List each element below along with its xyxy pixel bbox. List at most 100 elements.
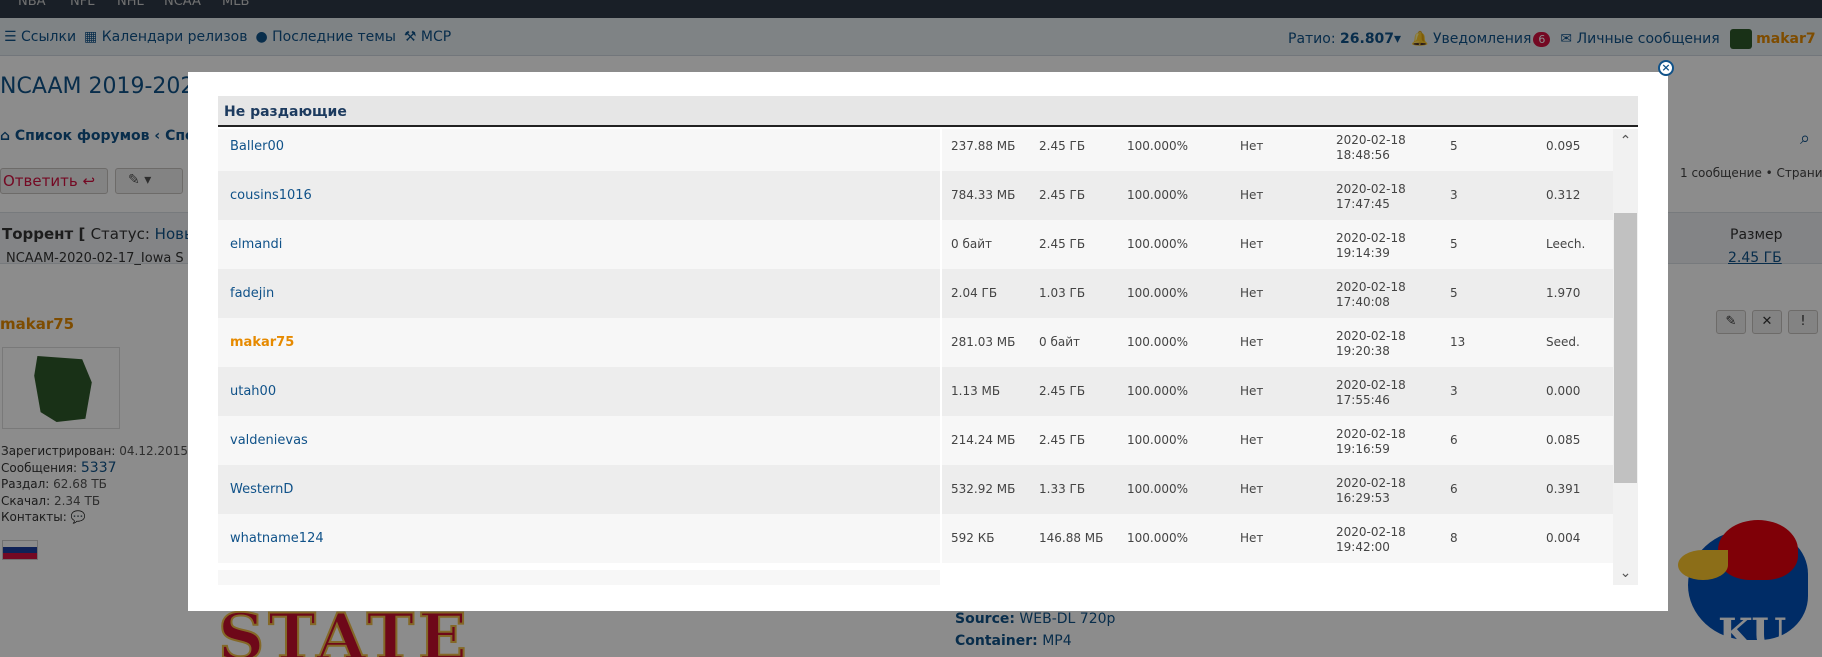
percent-cell: 100.000% (1127, 335, 1189, 349)
date-cell: 2020-02-18 18:48:56 (1336, 133, 1406, 162)
downloaded-cell: 1.03 ГБ (1039, 286, 1086, 300)
column-divider (940, 269, 942, 318)
ratio-cell: Leech. (1546, 237, 1586, 251)
date-cell: 2020-02-18 19:20:38 (1336, 329, 1406, 358)
ratio-cell: 0.095 (1546, 139, 1581, 153)
name-cell: Baller00 (218, 129, 940, 171)
count-cell: 5 (1450, 286, 1458, 300)
percent-cell: 100.000% (1127, 482, 1189, 496)
peer-name-link[interactable]: utah00 (230, 384, 276, 399)
uploaded-cell: 592 КБ (951, 531, 995, 545)
name-cell: WesternD (218, 465, 940, 514)
date-cell: 2020-02-18 19:14:39 (1336, 231, 1406, 260)
name-cell: cousins1016 (218, 171, 940, 220)
scrollbar[interactable]: ⌃ ⌄ (1613, 129, 1638, 585)
table-row: utah00 1.13 МБ 2.45 ГБ 100.000% Нет 2020-02-1… (218, 367, 1613, 416)
seeding-cell: Нет (1240, 384, 1264, 398)
table-row: fadejin 2.04 ГБ 1.03 ГБ 100.000% Нет 2020-02-… (218, 269, 1613, 318)
ratio-cell: 0.000 (1546, 384, 1581, 398)
seeding-cell: Нет (1240, 139, 1264, 153)
seeding-cell: Нет (1240, 188, 1264, 202)
percent-cell: 100.000% (1127, 433, 1189, 447)
ratio-cell: 0.391 (1546, 482, 1581, 496)
uploaded-cell: 1.13 МБ (951, 384, 1001, 398)
table-row: valdenievas 214.24 МБ 2.45 ГБ 100.000% Нет 20… (218, 416, 1613, 465)
date-cell: 2020-02-18 16:29:53 (1336, 476, 1406, 505)
table-row: makar75 281.03 МБ 0 байт 100.000% Нет 2020-02… (218, 318, 1613, 367)
name-cell: makar75 (218, 318, 940, 367)
downloaded-cell: 2.45 ГБ (1039, 188, 1086, 202)
uploaded-cell: 784.33 МБ (951, 188, 1016, 202)
peer-name-link[interactable]: cousins1016 (230, 188, 312, 203)
downloaded-cell: 2.45 ГБ (1039, 433, 1086, 447)
ratio-cell: Seed. (1546, 335, 1580, 349)
seeding-cell: Нет (1240, 482, 1264, 496)
scrollbar-thumb[interactable] (1614, 213, 1637, 483)
downloaded-cell: 0 байт (1039, 335, 1080, 349)
column-divider (940, 171, 942, 220)
peers-list: Baller00 237.88 МБ 2.45 ГБ 100.000% Нет 2020-… (218, 129, 1613, 585)
table-row: elmandi 0 байт 2.45 ГБ 100.000% Нет 2020-02-1… (218, 220, 1613, 269)
chevron-up-icon[interactable]: ⌃ (1613, 129, 1638, 151)
column-divider (940, 367, 942, 416)
downloaded-cell: 146.88 МБ (1039, 531, 1104, 545)
column-divider (940, 465, 942, 514)
peer-name-link[interactable]: Baller00 (230, 139, 284, 154)
percent-cell: 100.000% (1127, 531, 1189, 545)
count-cell: 6 (1450, 482, 1458, 496)
table-row: cousins1016 784.33 МБ 2.45 ГБ 100.000% Нет 20… (218, 171, 1613, 220)
modal-header: Не раздающие (218, 96, 1638, 127)
count-cell: 13 (1450, 335, 1466, 349)
column-divider (940, 318, 942, 367)
peer-name-link[interactable]: whatname124 (230, 531, 324, 546)
ratio-cell: 1.970 (1546, 286, 1581, 300)
percent-cell: 100.000% (1127, 188, 1189, 202)
column-divider (940, 514, 942, 563)
column-divider (940, 129, 942, 171)
downloaded-cell: 2.45 ГБ (1039, 237, 1086, 251)
seeding-cell: Нет (1240, 335, 1264, 349)
count-cell: 5 (1450, 237, 1458, 251)
name-cell: elmandi (218, 220, 940, 269)
percent-cell: 100.000% (1127, 384, 1189, 398)
downloaded-cell: 2.45 ГБ (1039, 139, 1086, 153)
uploaded-cell: 532.92 МБ (951, 482, 1016, 496)
table-row: WesternD 532.92 МБ 1.33 ГБ 100.000% Нет 2020-… (218, 465, 1613, 514)
seeding-cell: Нет (1240, 531, 1264, 545)
count-cell: 3 (1450, 384, 1458, 398)
peer-name-link[interactable]: WesternD (230, 482, 293, 497)
ratio-cell: 0.085 (1546, 433, 1581, 447)
table-row (218, 570, 940, 585)
table-row: whatname124 592 КБ 146.88 МБ 100.000% Нет 202… (218, 514, 1613, 563)
column-divider (940, 220, 942, 269)
date-cell: 2020-02-18 19:42:00 (1336, 525, 1406, 554)
table-row: Baller00 237.88 МБ 2.45 ГБ 100.000% Нет 2020-… (218, 129, 1613, 171)
uploaded-cell: 214.24 МБ (951, 433, 1016, 447)
percent-cell: 100.000% (1127, 237, 1189, 251)
ratio-cell: 0.312 (1546, 188, 1581, 202)
date-cell: 2020-02-18 17:40:08 (1336, 280, 1406, 309)
ratio-cell: 0.004 (1546, 531, 1581, 545)
downloaded-cell: 1.33 ГБ (1039, 482, 1086, 496)
peer-name-link[interactable]: elmandi (230, 237, 282, 252)
name-cell: whatname124 (218, 514, 940, 563)
uploaded-cell: 237.88 МБ (951, 139, 1016, 153)
close-icon[interactable]: × (1658, 60, 1674, 76)
uploaded-cell: 0 байт (951, 237, 992, 251)
date-cell: 2020-02-18 19:16:59 (1336, 427, 1406, 456)
chevron-down-icon[interactable]: ⌄ (1613, 563, 1638, 585)
seeding-cell: Нет (1240, 237, 1264, 251)
name-cell: utah00 (218, 367, 940, 416)
peer-name-link[interactable]: valdenievas (230, 433, 308, 448)
percent-cell: 100.000% (1127, 139, 1189, 153)
count-cell: 8 (1450, 531, 1458, 545)
count-cell: 5 (1450, 139, 1458, 153)
peer-name-link[interactable]: makar75 (230, 335, 294, 350)
downloaded-cell: 2.45 ГБ (1039, 384, 1086, 398)
date-cell: 2020-02-18 17:55:46 (1336, 378, 1406, 407)
count-cell: 3 (1450, 188, 1458, 202)
peer-name-link[interactable]: fadejin (230, 286, 274, 301)
uploaded-cell: 2.04 ГБ (951, 286, 998, 300)
seeding-cell: Нет (1240, 286, 1264, 300)
seeding-cell: Нет (1240, 433, 1264, 447)
